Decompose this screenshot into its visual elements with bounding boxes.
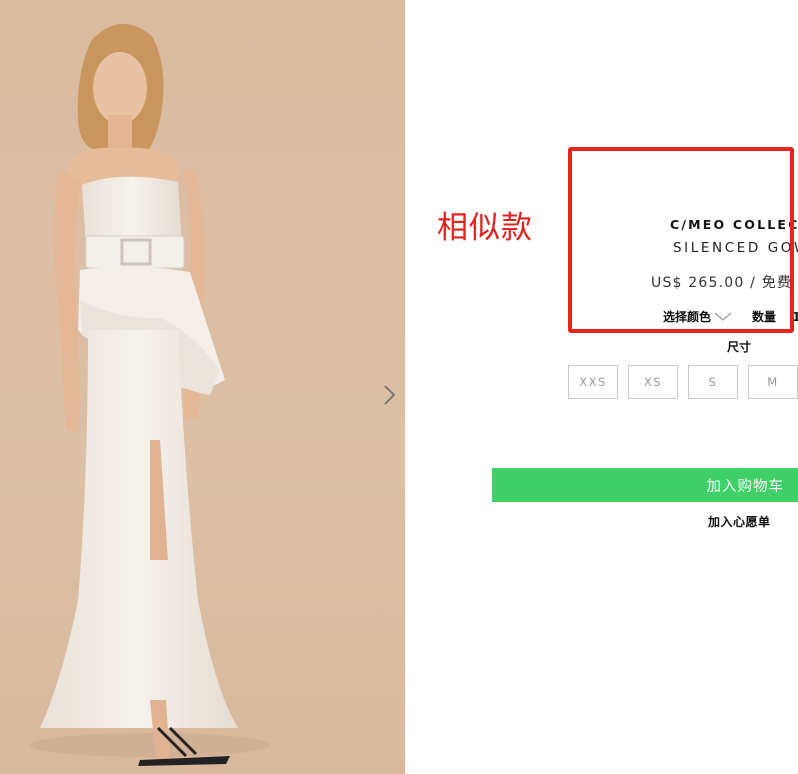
size-option-xxs[interactable]: XXS [568, 365, 618, 399]
chevron-right-icon[interactable] [379, 380, 399, 410]
size-option-m[interactable]: M [748, 365, 798, 399]
size-option-s[interactable]: S [688, 365, 738, 399]
annotation-highlight-box [568, 147, 794, 333]
add-to-cart-button[interactable]: 加入购物车 [492, 468, 798, 502]
size-label: 尺寸 [727, 340, 752, 354]
add-to-wishlist-link[interactable]: 加入心愿单 [708, 513, 771, 530]
size-option-xs[interactable]: XS [628, 365, 678, 399]
model-illustration [0, 0, 405, 774]
product-photo [0, 0, 405, 774]
annotation-label: 相似款 [437, 210, 533, 246]
